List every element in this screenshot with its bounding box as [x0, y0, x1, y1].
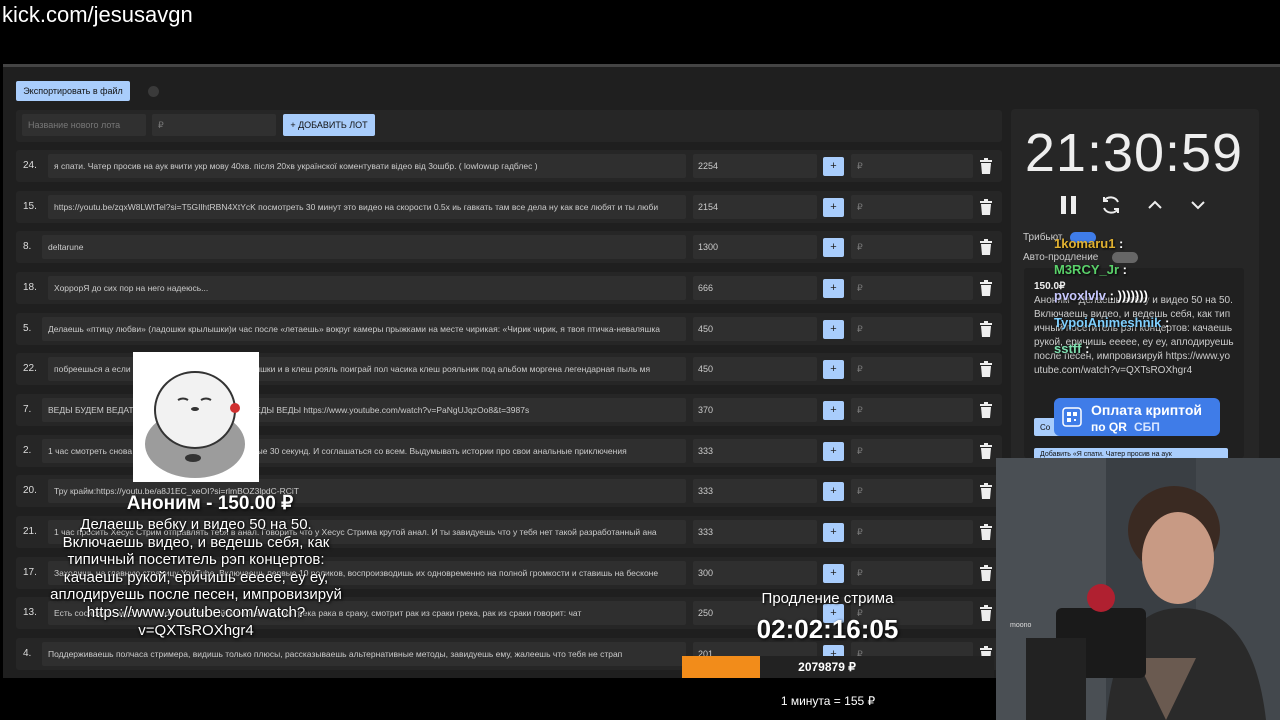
new-lot-amount-input[interactable]: ₽: [152, 114, 276, 136]
trash-icon[interactable]: [979, 483, 993, 499]
chat-user: pvoxlvlv: [1054, 288, 1107, 303]
crypto-tag: СБП: [1134, 420, 1160, 434]
status-dot: [148, 86, 159, 97]
lot-rub-input[interactable]: ₽: [851, 479, 973, 503]
chat-user: M3RCY_Jr: [1054, 262, 1120, 277]
lot-name[interactable]: я спати. Чатер просив на аук вчити укр м…: [48, 154, 686, 178]
lot-add-button[interactable]: +: [823, 482, 844, 501]
chevron-up-icon[interactable]: [1144, 194, 1166, 216]
lot-add-button[interactable]: +: [823, 523, 844, 542]
chat-text: :: [1085, 341, 1090, 356]
new-lot-name-input[interactable]: Название нового лота: [22, 114, 146, 136]
lot-add-button[interactable]: +: [823, 157, 844, 176]
lot-amount[interactable]: 450: [693, 317, 817, 341]
lot-amount[interactable]: 333: [693, 439, 817, 463]
lot-add-button[interactable]: +: [823, 360, 844, 379]
chat-message: 1komaru1 :: [1054, 236, 1123, 251]
export-button[interactable]: Экспортировать в файл: [16, 81, 130, 101]
chat-text: :: [1165, 315, 1170, 330]
lot-row: 15. https://youtu.be/zqxW8LWtTel?si=T5GIl…: [16, 191, 1002, 223]
lot-name[interactable]: Делаешь «птицу любви» (ладошки крылышки)…: [42, 317, 686, 341]
crypto-banner: Оплата криптой по QR СБП: [1054, 398, 1220, 436]
lot-rub-input[interactable]: ₽: [851, 154, 973, 178]
trash-icon[interactable]: [979, 361, 993, 377]
stream-frame: kick.com/jesusavgn Экспортировать в файл…: [0, 0, 1280, 720]
lot-rub-input[interactable]: ₽: [851, 235, 973, 259]
trash-icon[interactable]: [979, 280, 993, 296]
crypto-title: Оплата криптой: [1091, 402, 1203, 418]
trash-icon[interactable]: [979, 402, 993, 418]
lot-rub-input[interactable]: ₽: [851, 520, 973, 544]
lot-rub-input[interactable]: ₽: [851, 317, 973, 341]
crypto-subtitle: по QR: [1091, 420, 1127, 434]
chat-message: pvoxlvlv : ))))))): [1054, 288, 1148, 303]
lot-add-button[interactable]: +: [823, 320, 844, 339]
lot-amount[interactable]: 450: [693, 357, 817, 381]
lot-row: 24. я спати. Чатер просив на аук вчити ук…: [16, 150, 1002, 182]
trash-icon[interactable]: [979, 443, 993, 459]
add-lot-button[interactable]: + ДОБАВИТЬ ЛОТ: [283, 114, 375, 136]
lot-add-button[interactable]: +: [823, 279, 844, 298]
trash-icon[interactable]: [979, 199, 993, 215]
lot-add-button[interactable]: +: [823, 238, 844, 257]
webcam-feed: moono: [996, 458, 1280, 720]
lot-add-button[interactable]: +: [823, 564, 844, 583]
goal-total: 2079879 ₽: [798, 660, 856, 674]
lot-add-button[interactable]: +: [823, 442, 844, 461]
alert-title: Аноним - 150.00 ₽: [126, 493, 294, 514]
chat-user: TypoiAnimeshnik: [1054, 315, 1162, 330]
lot-amount[interactable]: 333: [693, 520, 817, 544]
lot-name[interactable]: deltarune: [42, 235, 686, 259]
qr-icon: [1062, 407, 1082, 427]
lot-row: 18. ХоррорЯ до сих пор на него надеюсь...…: [16, 272, 1002, 304]
chat-user: 1komaru1: [1054, 236, 1116, 251]
lot-rub-input[interactable]: ₽: [851, 561, 973, 585]
chat-message: TypoiAnimeshnik :: [1054, 315, 1169, 330]
extension-timer: 02:02:16:05: [756, 614, 899, 644]
lot-name[interactable]: ХоррорЯ до сих пор на него надеюсь...: [48, 276, 686, 300]
trash-icon[interactable]: [979, 158, 993, 174]
extension-label: Продление стрима: [761, 590, 894, 607]
webcam-image: [996, 458, 1280, 720]
rate-text: 1 минута = 155 ₽: [780, 694, 876, 708]
pause-icon[interactable]: [1058, 194, 1080, 216]
mic-label: moono: [1010, 622, 1032, 629]
lot-add-button[interactable]: +: [823, 401, 844, 420]
alert-text: Делаешь вебку и видео 50 на 50. Включаеш…: [50, 516, 342, 639]
lot-amount[interactable]: 666: [693, 276, 817, 300]
lot-rub-input[interactable]: ₽: [851, 439, 973, 463]
lot-amount[interactable]: 2254: [693, 154, 817, 178]
channel-url: kick.com/jesusavgn: [2, 2, 193, 27]
lot-row: 5. Делаешь «птицу любви» (ладошки крылышк…: [16, 313, 1002, 345]
lot-name[interactable]: https://youtu.be/zqxW8LWtTel?si=T5GIlhtR…: [48, 195, 686, 219]
refresh-icon[interactable]: [1100, 194, 1122, 216]
chat-message: sstff :: [1054, 341, 1089, 356]
lot-amount[interactable]: 370: [693, 398, 817, 422]
lot-amount[interactable]: 1300: [693, 235, 817, 259]
chat-text: : ))))))): [1109, 288, 1148, 303]
lot-amount[interactable]: 300: [693, 561, 817, 585]
chat-text: :: [1122, 262, 1127, 277]
lot-rub-input[interactable]: ₽: [851, 195, 973, 219]
lot-amount[interactable]: 2154: [693, 195, 817, 219]
trash-icon[interactable]: [979, 524, 993, 540]
chat-message: M3RCY_Jr :: [1054, 262, 1127, 277]
trash-icon[interactable]: [979, 239, 993, 255]
timer-display: 21:30:59: [1024, 123, 1244, 183]
trash-icon[interactable]: [979, 605, 993, 621]
chat-text: :: [1119, 236, 1124, 251]
lot-amount[interactable]: 333: [693, 479, 817, 503]
lot-rub-input[interactable]: ₽: [851, 357, 973, 381]
trash-icon[interactable]: [979, 565, 993, 581]
lot-rub-input[interactable]: ₽: [851, 398, 973, 422]
chevron-down-icon[interactable]: [1187, 194, 1209, 216]
lot-name[interactable]: Поддерживаешь полчаса стримера, видишь т…: [42, 642, 686, 666]
lot-row: 8. deltarune 1300 + ₽: [16, 231, 1002, 263]
chat-user: sstff: [1054, 341, 1082, 356]
lot-add-button[interactable]: +: [823, 198, 844, 217]
goal-progress-fill: [682, 656, 760, 678]
trash-icon[interactable]: [979, 321, 993, 337]
alert-sticker-image: [133, 352, 259, 482]
lot-rub-input[interactable]: ₽: [851, 276, 973, 300]
